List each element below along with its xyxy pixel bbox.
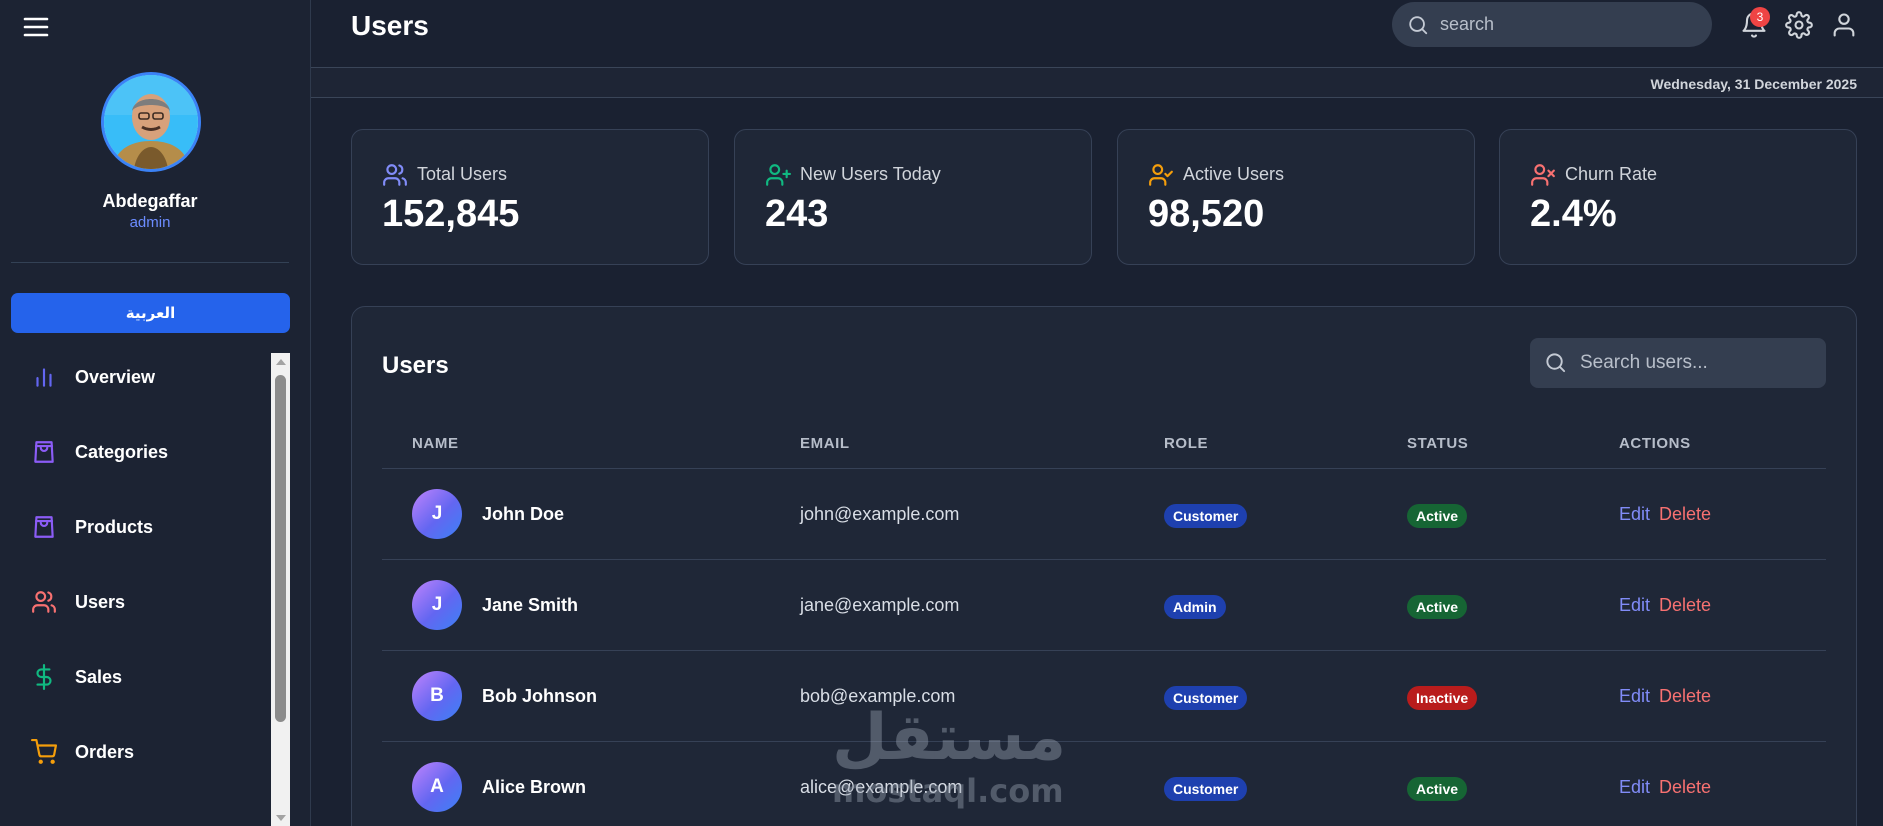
table-row: A Alice Brown alice@example.com Customer… <box>382 742 1826 826</box>
stat-value: 243 <box>765 193 829 235</box>
sidebar-item-categories[interactable]: Categories <box>0 424 270 480</box>
role-badge: Customer <box>1164 504 1248 528</box>
status-badge: Active <box>1407 504 1468 528</box>
delete-button[interactable]: Delete <box>1659 595 1711 616</box>
stat-value: 98,520 <box>1148 193 1265 235</box>
users-table-panel: Users NAME EMAIL ROLE STATUS ACTIONS J J… <box>351 306 1857 826</box>
users-search[interactable] <box>1530 338 1826 388</box>
role-badge: Admin <box>1164 595 1226 619</box>
user-email: jane@example.com <box>800 595 960 615</box>
sidebar-item-label: Users <box>75 591 126 612</box>
user-name: Jane Smith <box>482 595 579 615</box>
stat-card-active-users: Active Users 98,520 <box>1117 129 1475 265</box>
user-avatar: B <box>412 671 462 721</box>
search-icon <box>1407 14 1429 36</box>
sidebar-divider <box>11 262 289 263</box>
stat-label: Total Users <box>417 164 508 184</box>
stat-card-new-users: New Users Today 243 <box>734 129 1092 265</box>
stat-label: Churn Rate <box>1565 164 1658 184</box>
status-badge: Active <box>1407 595 1468 619</box>
column-header-status: STATUS <box>1407 435 1469 452</box>
user-avatar: J <box>412 580 462 630</box>
table-row: J John Doe john@example.com Customer Act… <box>382 469 1826 560</box>
user-x-icon <box>1530 162 1556 188</box>
user-name: John Doe <box>482 504 565 524</box>
language-toggle-button[interactable]: العربية <box>11 293 290 333</box>
sidebar-item-label: Sales <box>75 666 123 687</box>
profile-name: Abdegaffar <box>102 191 198 211</box>
sidebar-item-label: Products <box>75 516 154 537</box>
user-plus-icon <box>765 162 791 188</box>
user-name: Alice Brown <box>482 777 587 797</box>
users-icon <box>31 589 57 615</box>
edit-button[interactable]: Edit <box>1619 504 1650 525</box>
profile-avatar <box>101 72 201 172</box>
bar-chart-icon <box>31 364 57 390</box>
shopping-bag-icon <box>31 439 57 465</box>
column-header-email: EMAIL <box>800 435 850 452</box>
table-row: B Bob Johnson bob@example.com Customer I… <box>382 651 1826 742</box>
user-profile-icon[interactable] <box>1830 11 1858 39</box>
gear-icon[interactable] <box>1785 11 1813 39</box>
stat-value: 152,845 <box>382 193 520 235</box>
column-header-role: ROLE <box>1164 435 1209 452</box>
sidebar-item-sales[interactable]: Sales <box>0 649 270 705</box>
user-check-icon <box>1148 162 1174 188</box>
status-badge: Inactive <box>1407 686 1478 710</box>
user-email: alice@example.com <box>800 777 963 797</box>
header-search-input[interactable] <box>1440 2 1700 47</box>
sidebar-item-overview[interactable]: Overview <box>0 349 270 405</box>
sidebar-scrollbar[interactable] <box>271 353 290 826</box>
edit-button[interactable]: Edit <box>1619 686 1650 707</box>
date-bar: Wednesday, 31 December 2025 <box>311 68 1883 98</box>
sidebar-item-label: Orders <box>75 741 135 762</box>
cart-icon <box>31 739 57 765</box>
notification-badge: 3 <box>1750 7 1770 27</box>
stat-label: Active Users <box>1183 164 1285 184</box>
page-title: Users <box>351 10 429 41</box>
delete-button[interactable]: Delete <box>1659 504 1711 525</box>
role-badge: Customer <box>1164 686 1248 710</box>
edit-button[interactable]: Edit <box>1619 595 1650 616</box>
sidebar-item-products[interactable]: Products <box>0 499 270 555</box>
current-date: Wednesday, 31 December 2025 <box>1650 76 1858 92</box>
shopping-bag-icon <box>31 514 57 540</box>
sidebar: Abdegaffar admin العربية Overview Catego… <box>0 0 311 826</box>
stat-label: New Users Today <box>800 164 941 184</box>
scrollbar-thumb[interactable] <box>275 375 286 722</box>
dollar-icon <box>31 664 57 690</box>
scroll-down-arrow-icon[interactable] <box>271 810 290 826</box>
menu-icon[interactable] <box>22 14 50 40</box>
role-badge: Customer <box>1164 777 1248 801</box>
sidebar-item-users[interactable]: Users <box>0 574 270 630</box>
users-table-title: Users <box>382 352 449 379</box>
column-header-name: NAME <box>412 435 459 452</box>
stat-card-total-users: Total Users 152,845 <box>351 129 709 265</box>
profile-role: admin <box>129 214 171 231</box>
users-icon <box>382 162 408 188</box>
column-header-actions: ACTIONS <box>1619 435 1691 452</box>
sidebar-item-label: Categories <box>75 441 169 462</box>
edit-button[interactable]: Edit <box>1619 777 1650 798</box>
user-email: bob@example.com <box>800 686 956 706</box>
delete-button[interactable]: Delete <box>1659 686 1711 707</box>
user-email: john@example.com <box>800 504 960 524</box>
sidebar-item-orders[interactable]: Orders <box>0 724 270 780</box>
search-icon <box>1544 351 1567 374</box>
stat-card-churn-rate: Churn Rate 2.4% <box>1499 129 1857 265</box>
status-badge: Active <box>1407 777 1468 801</box>
sidebar-item-label: Overview <box>75 366 156 387</box>
delete-button[interactable]: Delete <box>1659 777 1711 798</box>
users-search-input[interactable] <box>1580 338 1816 388</box>
table-row: J Jane Smith jane@example.com Admin Acti… <box>382 560 1826 651</box>
user-avatar: J <box>412 489 462 539</box>
stat-value: 2.4% <box>1530 193 1617 235</box>
scroll-up-arrow-icon[interactable] <box>271 353 290 369</box>
user-name: Bob Johnson <box>482 686 597 706</box>
user-avatar: A <box>412 762 462 812</box>
header-search[interactable] <box>1392 2 1712 47</box>
